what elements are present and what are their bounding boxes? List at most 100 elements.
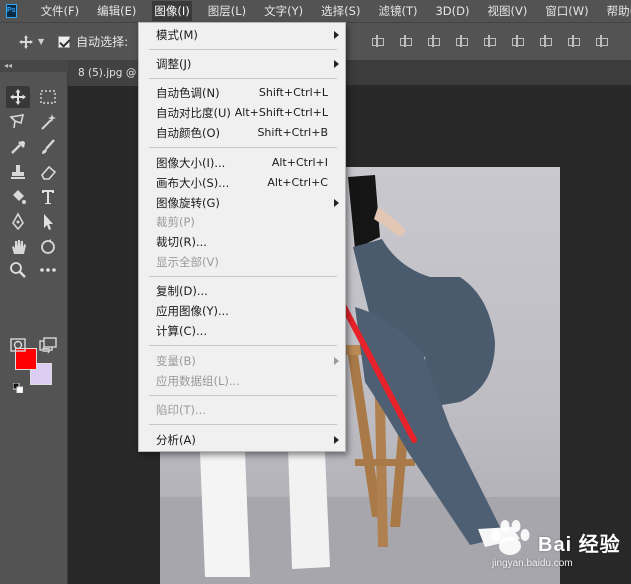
menu-item-label: 自动颜色(O)	[156, 126, 221, 140]
submenu-arrow-icon	[334, 199, 339, 207]
menu-item-label: 图像大小(I)...	[156, 156, 226, 170]
menu-layer[interactable]: 图层(L)	[206, 1, 248, 21]
distribute-vertical-icon[interactable]	[566, 35, 580, 47]
menu-item-variables: 变量(B)	[139, 351, 345, 371]
chevron-down-icon[interactable]: ▼	[38, 37, 44, 46]
menu-item-image-size[interactable]: 图像大小(I)... Alt+Ctrl+I	[139, 153, 345, 173]
menu-item-auto-color[interactable]: 自动颜色(O) Shift+Ctrl+B	[139, 123, 345, 143]
document-tab[interactable]: 8 (5).jpg @	[68, 60, 148, 86]
lasso-tool-icon[interactable]	[6, 111, 30, 133]
menu-item-image-rotation[interactable]: 图像旋转(G)	[139, 193, 345, 213]
menu-item-label: 图像旋转(G)	[156, 196, 220, 210]
menu-edit[interactable]: 编辑(E)	[95, 1, 138, 21]
toolbar-collapse-icon[interactable]: ◂◂	[0, 60, 68, 72]
menu-item-mode[interactable]: 模式(M)	[139, 25, 345, 45]
menu-item-calculations[interactable]: 计算(C)...	[139, 321, 345, 341]
menu-item-duplicate[interactable]: 复制(D)...	[139, 281, 345, 301]
menu-item-label: 应用数据组(L)...	[156, 374, 240, 388]
eraser-tool-icon[interactable]	[36, 161, 60, 183]
more-tools-icon[interactable]	[36, 259, 60, 281]
menu-item-adjustments[interactable]: 调整(J)	[139, 54, 345, 74]
menu-separator	[149, 147, 337, 148]
menu-item-label: 变量(B)	[156, 354, 196, 368]
magic-wand-tool-icon[interactable]	[36, 111, 60, 133]
menu-item-apply-data-set: 应用数据组(L)...	[139, 371, 345, 391]
menu-item-label: 自动色调(N)	[156, 86, 220, 100]
image-menu-dropdown: 模式(M) 调整(J) 自动色调(N) Shift+Ctrl+L 自动对比度(U…	[138, 22, 346, 452]
zoom-tool-icon[interactable]	[6, 259, 30, 281]
menu-item-label: 分析(A)	[156, 433, 196, 447]
menu-item-auto-tone[interactable]: 自动色调(N) Shift+Ctrl+L	[139, 83, 345, 103]
menu-3d[interactable]: 3D(D)	[433, 2, 471, 20]
watermark-url: jingyan.baidu.com	[492, 558, 573, 569]
move-tool-preset-icon[interactable]	[18, 34, 34, 50]
menu-select[interactable]: 选择(S)	[319, 1, 362, 21]
menu-item-label: 计算(C)...	[156, 324, 207, 338]
menu-item-apply-image[interactable]: 应用图像(Y)...	[139, 301, 345, 321]
screen-mode-icon[interactable]	[36, 334, 60, 356]
tools-panel: ◂◂ ⇆	[0, 60, 68, 584]
submenu-arrow-icon	[334, 60, 339, 68]
path-selection-tool-icon[interactable]	[36, 211, 60, 233]
menu-item-label: 应用图像(Y)...	[156, 304, 229, 318]
menu-item-label: 裁切(R)...	[156, 235, 207, 249]
menu-file[interactable]: 文件(F)	[39, 1, 82, 21]
menu-item-label: 自动对比度(U)	[156, 106, 231, 120]
menu-filter[interactable]: 滤镜(T)	[376, 1, 419, 21]
type-tool-icon[interactable]	[36, 186, 60, 208]
align-distribute-group	[370, 35, 622, 47]
quick-mask-icon[interactable]	[6, 334, 30, 356]
watermark-title: Bai 经验	[538, 534, 621, 556]
distribute-horizontal-icon[interactable]	[538, 35, 552, 47]
align-left-icon[interactable]	[370, 35, 384, 47]
submenu-arrow-icon	[334, 31, 339, 39]
menu-item-reveal-all: 显示全部(V)	[139, 252, 345, 272]
photoshop-logo-icon: Ps	[6, 4, 17, 18]
default-colors-icon[interactable]	[12, 378, 24, 394]
menu-item-label: 画布大小(S)...	[156, 176, 230, 190]
shortcut-label: Shift+Ctrl+B	[257, 126, 328, 139]
menu-item-analysis[interactable]: 分析(A)	[139, 430, 345, 450]
baidu-jingyan-watermark: Bai 经验 jingyan.baidu.com	[478, 514, 628, 574]
menu-item-trap: 陷印(T)...	[139, 400, 345, 420]
rotate-view-tool-icon[interactable]	[36, 236, 60, 258]
menu-separator	[149, 395, 337, 396]
menu-separator	[149, 276, 337, 277]
menu-item-canvas-size[interactable]: 画布大小(S)... Alt+Ctrl+C	[139, 173, 345, 193]
auto-select-checkbox[interactable]	[58, 35, 71, 48]
move-tool-icon[interactable]	[6, 86, 30, 108]
shortcut-label: Alt+Shift+Ctrl+L	[234, 106, 328, 119]
menu-item-label: 裁剪(P)	[156, 215, 195, 229]
shortcut-label: Alt+Ctrl+C	[267, 176, 328, 189]
pen-tool-icon[interactable]	[6, 211, 30, 233]
menu-separator	[149, 424, 337, 425]
distribute-spacing-icon[interactable]	[594, 35, 608, 47]
menu-bar: Ps 文件(F) 编辑(E) 图像(I) 图层(L) 文字(Y) 选择(S) 滤…	[0, 0, 631, 22]
menu-help[interactable]: 帮助(H)	[605, 1, 631, 21]
menu-view[interactable]: 视图(V)	[485, 1, 529, 21]
menu-item-label: 显示全部(V)	[156, 255, 219, 269]
menu-image[interactable]: 图像(I)	[152, 1, 192, 21]
paw-logo-icon	[491, 520, 530, 555]
align-center-icon[interactable]	[398, 35, 412, 47]
menu-separator	[149, 49, 337, 50]
menu-window[interactable]: 窗口(W)	[543, 1, 590, 21]
menu-separator	[149, 78, 337, 79]
menu-item-label: 陷印(T)...	[156, 403, 206, 417]
paint-bucket-tool-icon[interactable]	[6, 186, 30, 208]
hand-tool-icon[interactable]	[6, 236, 30, 258]
align-right-icon[interactable]	[426, 35, 440, 47]
menu-item-auto-contrast[interactable]: 自动对比度(U) Alt+Shift+Ctrl+L	[139, 103, 345, 123]
distribute-middle-icon[interactable]	[482, 35, 496, 47]
distribute-bottom-icon[interactable]	[510, 35, 524, 47]
auto-select-label: 自动选择:	[76, 35, 129, 49]
stamp-tool-icon[interactable]	[6, 161, 30, 183]
submenu-arrow-icon	[334, 357, 339, 365]
menu-item-label: 调整(J)	[156, 57, 192, 71]
distribute-top-icon[interactable]	[454, 35, 468, 47]
eyedropper-tool-icon[interactable]	[6, 136, 30, 158]
brush-tool-icon[interactable]	[36, 136, 60, 158]
marquee-tool-icon[interactable]	[36, 86, 60, 108]
menu-item-trim[interactable]: 裁切(R)...	[139, 232, 345, 252]
menu-type[interactable]: 文字(Y)	[262, 1, 305, 21]
